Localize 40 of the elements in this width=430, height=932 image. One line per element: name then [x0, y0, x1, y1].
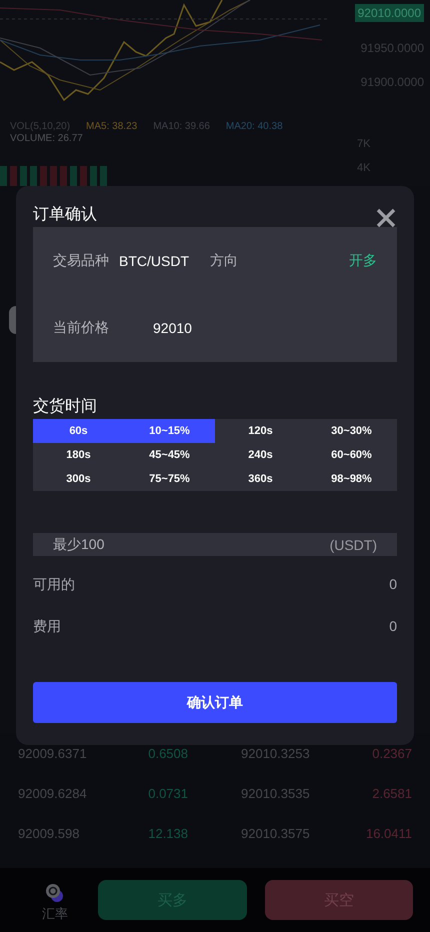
- symbol-value: BTC/USDT: [119, 252, 189, 269]
- delivery-option[interactable]: 300s 75~75%: [33, 467, 215, 491]
- delivery-option[interactable]: 60s 10~15%: [33, 419, 215, 443]
- ask-amount: 0.2367: [371, 746, 412, 760]
- direction-value: 开多: [349, 252, 377, 270]
- price-tag: 92010.0000: [354, 4, 424, 22]
- bid-amount: 0.0731: [147, 786, 188, 800]
- dialog-title: 订单确认: [33, 205, 97, 225]
- section-title: 交货时间: [33, 396, 98, 417]
- price-value: 92010: [153, 320, 192, 336]
- bid-price: 92009.598: [18, 826, 80, 840]
- price-label: 当前价格: [53, 319, 109, 338]
- direction-label: 方向: [210, 252, 238, 270]
- ask-price: 92010.3253: [241, 746, 311, 760]
- amount-field[interactable]: 最少100 (USDT): [33, 533, 397, 556]
- ask-amount: 2.6581: [371, 786, 412, 800]
- fee-value: 0: [389, 618, 397, 636]
- ask-price: 92010.3575: [241, 826, 311, 840]
- confirm-order-button[interactable]: 确认订单: [33, 682, 397, 723]
- bid-price: 92009.6371: [18, 746, 88, 760]
- unit-label: (USDT): [330, 536, 377, 552]
- close-icon[interactable]: [375, 206, 397, 228]
- indicator-label: MA20: 40.38: [226, 121, 283, 132]
- available-label: 可用的: [33, 576, 75, 594]
- ask-price: 92010.3535: [241, 786, 311, 800]
- bid-price: 92009.6284: [18, 786, 88, 800]
- delivery-option[interactable]: 180s 45~45%: [33, 443, 215, 467]
- coin-icon: [45, 883, 65, 903]
- floating-button[interactable]: [9, 306, 16, 334]
- bid-amount: 0.6508: [147, 746, 188, 760]
- ask-amount: 16.0411: [364, 826, 412, 840]
- volume-label: VOLUME: 26.77: [10, 133, 83, 144]
- indicator-label: MA5: 38.23: [86, 121, 138, 132]
- delivery-option[interactable]: 120s 30~30%: [215, 419, 397, 443]
- delivery-option[interactable]: 240s 60~60%: [215, 443, 397, 467]
- symbol-label: 交易品种: [53, 252, 109, 270]
- fee-label: 费用: [33, 618, 61, 636]
- delivery-option[interactable]: 360s 98~98%: [215, 467, 397, 491]
- available-value: 0: [389, 576, 397, 594]
- bid-amount: 12.138: [147, 826, 188, 840]
